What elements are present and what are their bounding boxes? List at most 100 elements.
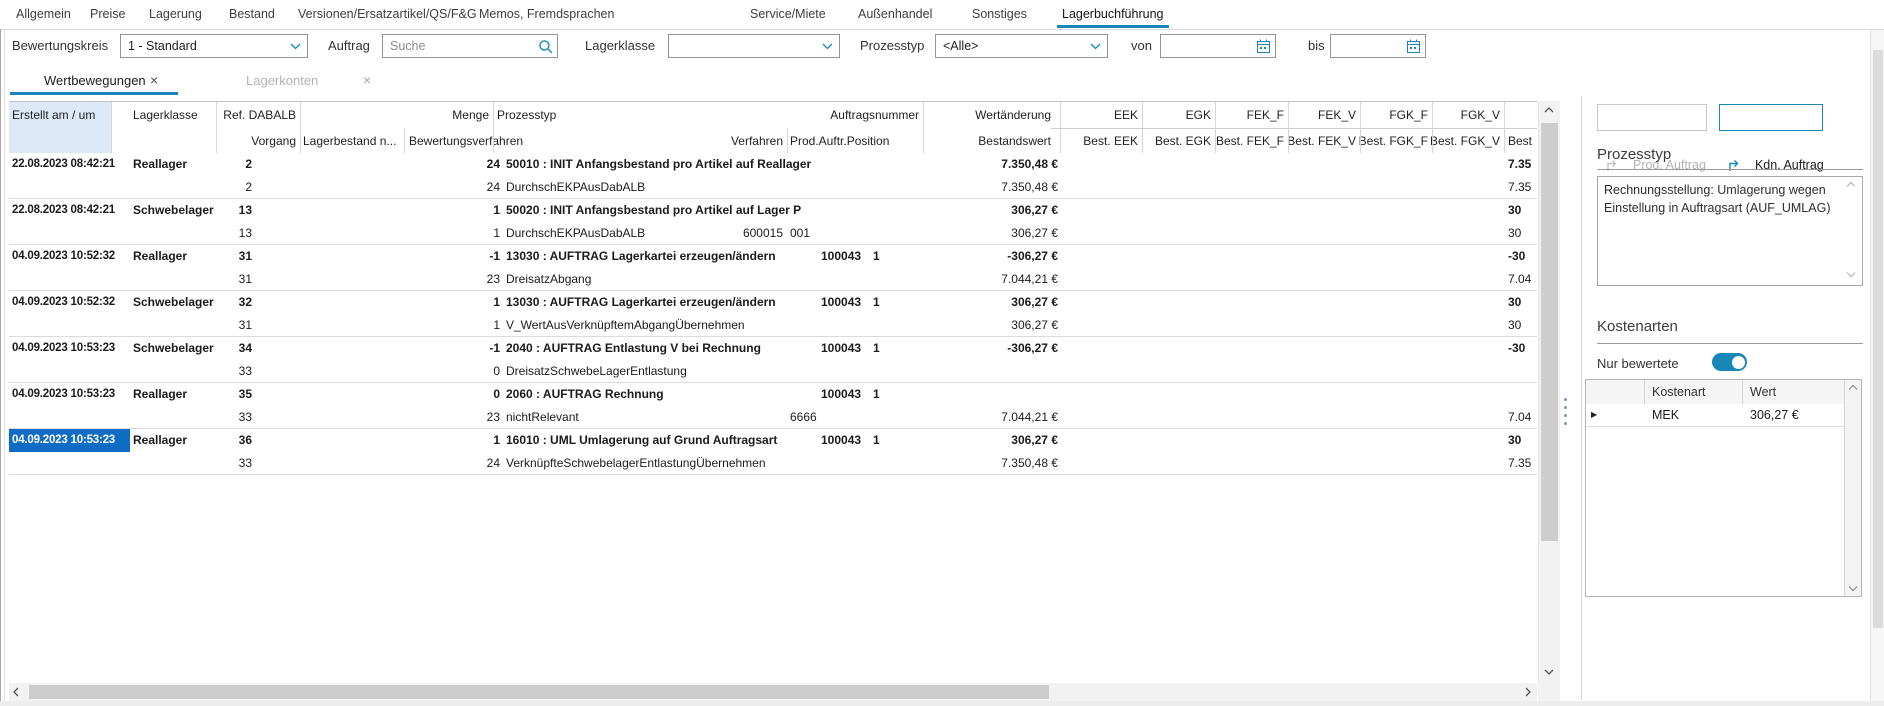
table-row[interactable]: 04.09.2023 10:53:23Reallager36116010 : U…	[9, 429, 1537, 475]
table-row[interactable]: 04.09.2023 10:52:32Schwebelager32113030 …	[9, 291, 1537, 337]
table-row-line[interactable]: 3123DreisatzAbgang7.044,21 €7.04	[9, 268, 1537, 291]
cell-bestandswert: 306,27 €	[9, 314, 1058, 337]
scroll-down-icon[interactable]	[1848, 585, 1858, 592]
vertical-scroll-thumb[interactable]	[1541, 123, 1558, 541]
table-row-line[interactable]: 3324VerknüpfteSchwebelagerEntlastungÜber…	[9, 452, 1537, 475]
table-row-line[interactable]: 04.09.2023 10:53:23Schwebelager34-12040 …	[9, 337, 1537, 360]
grid-header: Erstellt am / um Lagerklasse Ref. DABALB…	[9, 101, 1537, 155]
kdn-auftrag-button[interactable]: Kdn. Auftrag	[1719, 104, 1823, 131]
cell-kostenart: MEK	[1652, 404, 1679, 426]
table-row-line[interactable]: 131DurchschEKPAusDabALB600015001306,27 €…	[9, 222, 1537, 245]
table-vertical-scrollbar[interactable]	[1538, 101, 1560, 683]
von-date-field[interactable]	[1160, 34, 1276, 58]
table-row-line[interactable]: 22.08.2023 08:42:21Reallager22450010 : I…	[9, 153, 1537, 176]
tab-allgemein[interactable]: Allgemein	[16, 2, 71, 27]
bewertungskreis-value: 1 - Standard	[128, 35, 197, 57]
subtab-lagerkonten[interactable]: Lagerkonten	[246, 68, 318, 94]
scroll-up-icon[interactable]	[1541, 103, 1557, 119]
tab-sonstiges[interactable]: Sonstiges	[972, 2, 1027, 27]
nur-bewertete-toggle[interactable]	[1712, 353, 1747, 371]
cell-clip1: -30	[1508, 337, 1538, 360]
cell-clip2: 7.35	[1508, 452, 1538, 475]
bewertungskreis-dropdown[interactable]: 1 - Standard	[120, 34, 308, 58]
cell-bestandswert: 306,27 €	[9, 222, 1058, 245]
window-left-edge	[0, 29, 1, 706]
window-vertical-scrollbar[interactable]	[1870, 30, 1884, 706]
active-subtab-underline	[10, 92, 178, 95]
scroll-left-icon[interactable]	[9, 684, 25, 700]
column-header-best-clipped[interactable]: Best	[1508, 128, 1538, 154]
horizontal-scroll-thumb[interactable]	[29, 685, 1049, 699]
tab-aussenhandel[interactable]: Außenhandel	[858, 2, 932, 27]
prozesstyp-dropdown[interactable]: <Alle>	[935, 34, 1108, 58]
close-icon[interactable]: ×	[363, 68, 371, 94]
table-row-line[interactable]: 22.08.2023 08:42:21Schwebelager13150020 …	[9, 199, 1537, 222]
column-header-fgk-v[interactable]: FGK_V	[9, 102, 1500, 128]
cell-clip2: 7.35	[1508, 176, 1538, 199]
auftrag-search-box	[382, 34, 558, 58]
scroll-right-icon[interactable]	[1521, 684, 1537, 700]
cell-clip2: 7.04	[1508, 406, 1538, 429]
scroll-up-icon[interactable]	[1848, 384, 1858, 391]
tab-service-miete[interactable]: Service/Miete	[750, 2, 826, 27]
table-row[interactable]: 22.08.2023 08:42:21Schwebelager13150020 …	[9, 199, 1537, 245]
table-row-line[interactable]: 04.09.2023 10:52:32Schwebelager32113030 …	[9, 291, 1537, 314]
search-input[interactable]	[383, 35, 557, 57]
row-marker-icon: ▶	[1591, 404, 1597, 426]
lagerklasse-dropdown[interactable]	[668, 34, 840, 58]
section-divider	[1597, 169, 1863, 170]
search-icon[interactable]	[538, 39, 553, 54]
close-icon[interactable]: ×	[150, 68, 158, 94]
tab-bestand[interactable]: Bestand	[229, 2, 275, 27]
table-row-line[interactable]: 04.09.2023 10:52:32Reallager31-113030 : …	[9, 245, 1537, 268]
cell-wert: 306,27 €	[1750, 404, 1799, 426]
column-header-kostenart[interactable]: Kostenart	[1652, 380, 1706, 404]
table-row-line[interactable]: 3323nichtRelevant66667.044,21 €7.04	[9, 406, 1537, 429]
table-row-line[interactable]: 311V_WertAusVerknüpftemAbgangÜbernehmen3…	[9, 314, 1537, 337]
bewertungskreis-label: Bewertungskreis	[12, 34, 108, 58]
table-row-line[interactable]: 04.09.2023 10:53:23Reallager3502060 : AU…	[9, 383, 1537, 406]
table-row[interactable]: 04.09.2023 10:52:32Reallager31-113030 : …	[9, 245, 1537, 291]
panel-splitter-handle[interactable]	[1564, 398, 1568, 428]
lagerklasse-label: Lagerklasse	[585, 34, 655, 58]
cell-wertaenderung: 7.350,48 €	[9, 153, 1058, 176]
table-row[interactable]: 22.08.2023 08:42:21Reallager22450010 : I…	[9, 153, 1537, 199]
tab-lagerung[interactable]: Lagerung	[149, 2, 202, 27]
toggle-knob	[1732, 356, 1745, 369]
table-row[interactable]: 04.09.2023 10:53:23Schwebelager34-12040 …	[9, 337, 1537, 383]
column-header-best-fgk-v[interactable]: Best. FGK_V	[9, 128, 1500, 154]
calendar-icon[interactable]	[1256, 39, 1271, 54]
table-row[interactable]: ▶ MEK 306,27 €	[1586, 404, 1845, 427]
kostenarten-scrollbar[interactable]	[1844, 380, 1861, 596]
prozesstyp-value: <Alle>	[943, 35, 978, 57]
active-tab-underline	[1057, 25, 1169, 28]
cell-bestandswert: 7.350,48 €	[9, 176, 1058, 199]
content-left-border	[4, 29, 5, 706]
cell-wertaenderung: 306,27 €	[9, 199, 1058, 222]
von-label: von	[1131, 34, 1152, 58]
scroll-down-icon[interactable]	[1541, 665, 1557, 681]
section-divider	[1597, 343, 1863, 344]
window-scroll-thumb[interactable]	[1873, 50, 1883, 628]
cell-clip1: -30	[1508, 245, 1538, 268]
table-row-line[interactable]: 04.09.2023 10:53:23Reallager36116010 : U…	[9, 429, 1537, 452]
cell-bestandswert: 7.044,21 €	[9, 268, 1058, 291]
table-row-line[interactable]: 224DurchschEKPAusDabALB7.350,48 €7.35	[9, 176, 1537, 199]
scroll-up-icon[interactable]	[1846, 181, 1858, 191]
column-header-wert[interactable]: Wert	[1750, 380, 1776, 404]
bis-date-field[interactable]	[1330, 34, 1426, 58]
tab-preise[interactable]: Preise	[90, 2, 125, 27]
table-horizontal-scrollbar[interactable]	[9, 683, 1537, 701]
kostenarten-section-heading: Kostenarten	[1597, 318, 1678, 335]
calendar-icon[interactable]	[1406, 39, 1421, 54]
subtab-wertbewegungen[interactable]: Wertbewegungen	[44, 68, 146, 94]
table-row[interactable]: 04.09.2023 10:53:23Reallager3502060 : AU…	[9, 383, 1537, 429]
prozesstyp-description-box[interactable]: Rechnungsstellung: Umlagerung wegen Eins…	[1597, 176, 1863, 286]
table-row-line[interactable]: 330DreisatzSchwebeLagerEntlastung	[9, 360, 1537, 383]
tab-versionen[interactable]: Versionen/Ersatzartikel/QS/F&G	[298, 2, 477, 27]
tab-lagerbuchfuehrung[interactable]: Lagerbuchführung	[1062, 2, 1163, 27]
scroll-down-icon[interactable]	[1846, 271, 1858, 281]
header-band-separator	[1051, 128, 1537, 129]
tab-memos-fremdsprachen[interactable]: Memos, Fremdsprachen	[479, 2, 614, 27]
cell-clip2	[1508, 360, 1538, 383]
